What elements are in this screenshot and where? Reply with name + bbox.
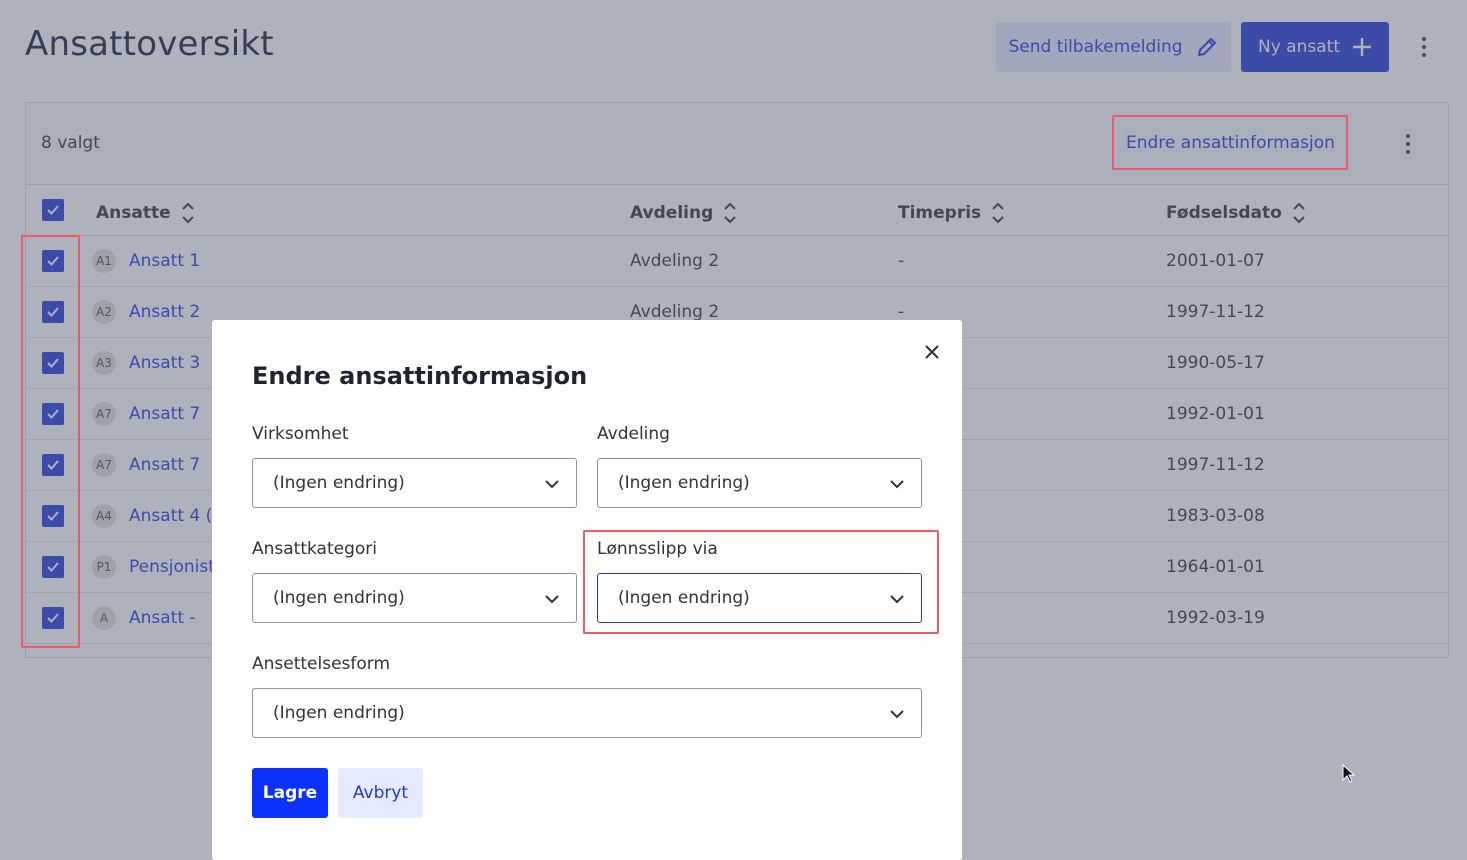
- employment-label: Ansettelsesform: [252, 654, 391, 674]
- employee-overview-page: Ansattoversikt Send tilbakemelding Ny an…: [0, 0, 1467, 860]
- chevron-down-icon: [890, 480, 904, 489]
- company-label: Virksomhet: [252, 424, 349, 444]
- chevron-down-icon: [890, 710, 904, 719]
- company-select[interactable]: (Ingen endring): [252, 458, 577, 508]
- chevron-down-icon: [545, 595, 559, 604]
- save-button[interactable]: Lagre: [252, 768, 328, 818]
- payslip-select[interactable]: (Ingen endring): [597, 573, 922, 623]
- chevron-down-icon: [545, 480, 559, 489]
- employment-value: (Ingen endring): [273, 703, 405, 723]
- chevron-down-icon: [890, 595, 904, 604]
- category-value: (Ingen endring): [273, 588, 405, 608]
- payslip-label: Lønnsslipp via: [597, 539, 718, 559]
- mouse-cursor-icon: [1342, 764, 1356, 783]
- company-value: (Ingen endring): [273, 473, 405, 493]
- edit-employee-dialog: Endre ansattinformasjon Virksomhet (Inge…: [212, 320, 962, 860]
- cancel-button[interactable]: Avbryt: [338, 768, 423, 818]
- close-icon[interactable]: [920, 340, 944, 364]
- department-label: Avdeling: [597, 424, 670, 444]
- department-select[interactable]: (Ingen endring): [597, 458, 922, 508]
- dialog-title: Endre ansattinformasjon: [252, 362, 588, 390]
- employment-select[interactable]: (Ingen endring): [252, 688, 922, 738]
- category-select[interactable]: (Ingen endring): [252, 573, 577, 623]
- category-label: Ansattkategori: [252, 539, 378, 559]
- payslip-value: (Ingen endring): [618, 588, 750, 608]
- department-value: (Ingen endring): [618, 473, 750, 493]
